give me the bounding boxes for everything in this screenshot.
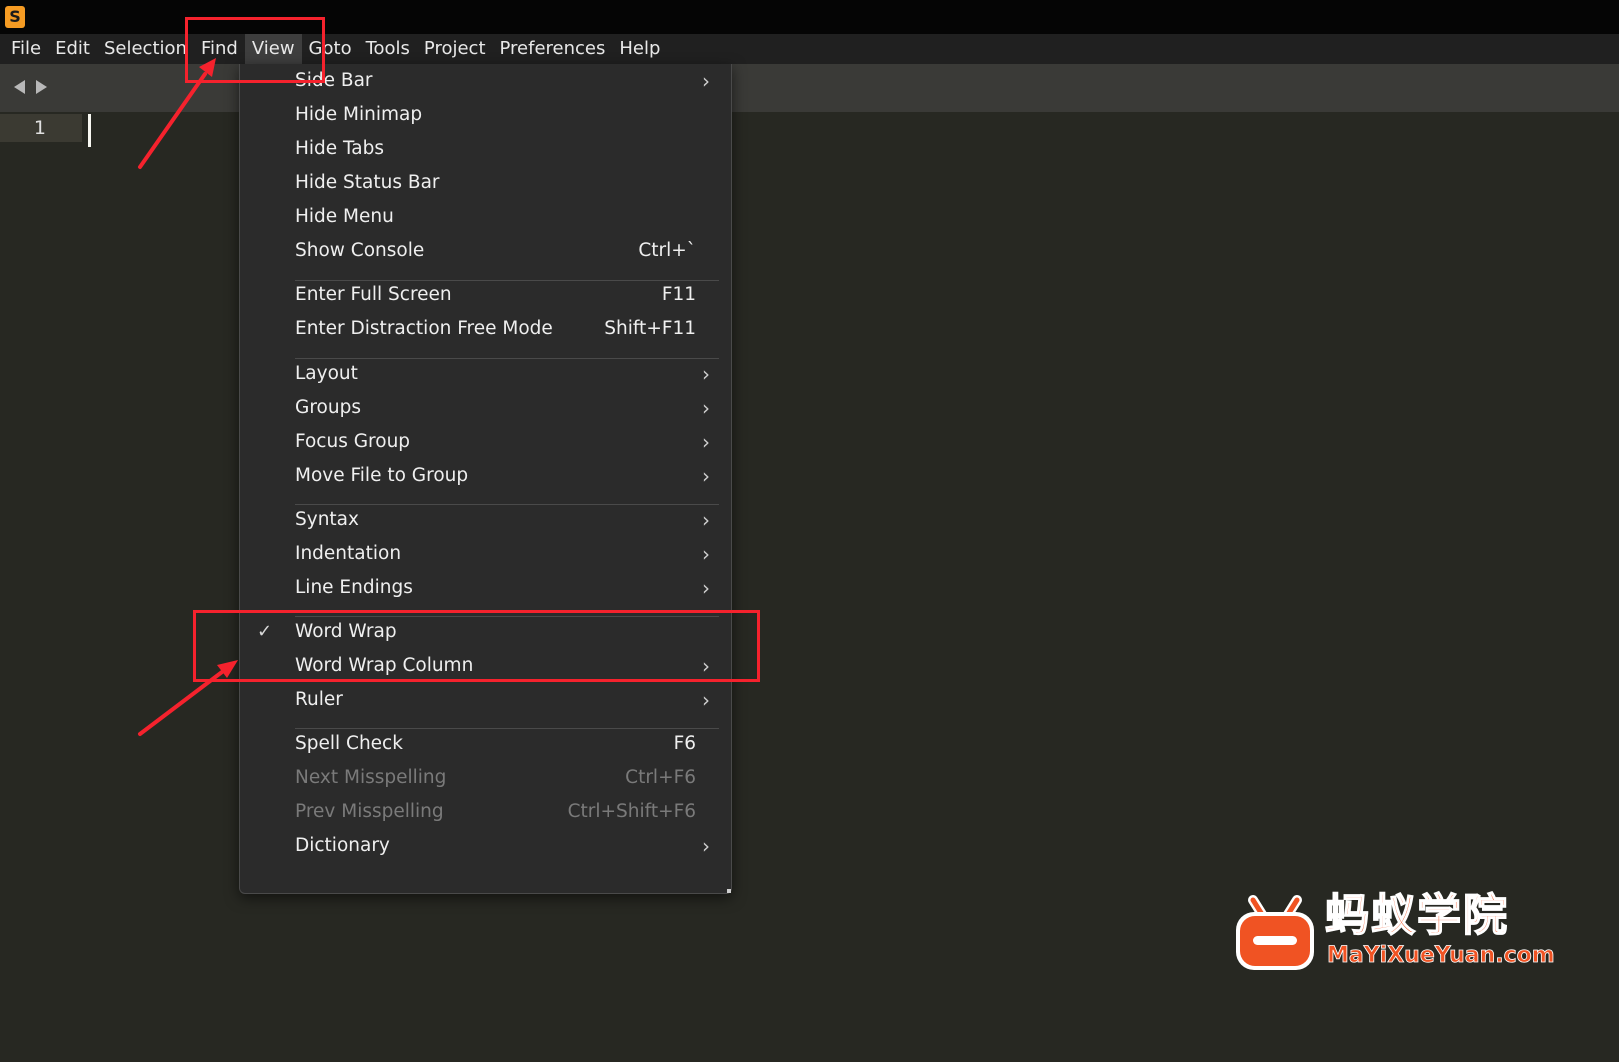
robot-logo-icon [1236,895,1314,970]
red-arrow-icon-top [138,58,216,169]
watermark-title: 蚂蚁学院 [1324,889,1509,942]
watermark-logo: 蚂蚁学院 MaYiXueYuan.com [1233,889,1556,980]
watermark-subtitle: MaYiXueYuan.com [1327,943,1556,969]
red-arrow-icon-bottom [138,660,238,736]
